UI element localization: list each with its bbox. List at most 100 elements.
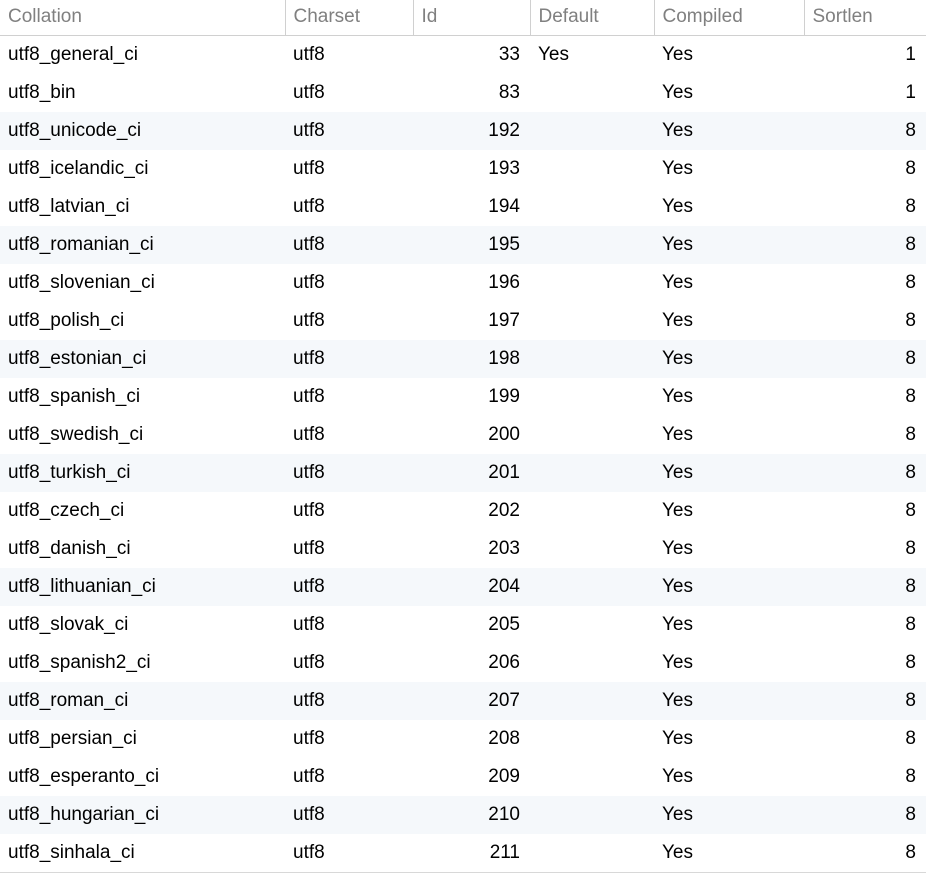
table-row[interactable]: utf8_sinhala_ciutf8211Yes8	[0, 834, 926, 873]
cell-compiled: Yes	[654, 834, 804, 873]
cell-id: 210	[413, 796, 530, 834]
cell-charset: utf8	[285, 492, 413, 530]
cell-sortlen: 8	[804, 416, 926, 454]
cell-default	[530, 720, 654, 758]
column-header-compiled[interactable]: Compiled	[654, 0, 804, 36]
cell-charset: utf8	[285, 606, 413, 644]
cell-sortlen: 8	[804, 188, 926, 226]
cell-sortlen: 8	[804, 112, 926, 150]
table-row[interactable]: utf8_czech_ciutf8202Yes8	[0, 492, 926, 530]
table-row[interactable]: utf8_latvian_ciutf8194Yes8	[0, 188, 926, 226]
cell-sortlen: 8	[804, 796, 926, 834]
cell-sortlen: 8	[804, 264, 926, 302]
cell-charset: utf8	[285, 226, 413, 264]
table-row[interactable]: utf8_binutf883Yes1	[0, 74, 926, 112]
cell-id: 199	[413, 378, 530, 416]
cell-id: 196	[413, 264, 530, 302]
cell-id: 204	[413, 568, 530, 606]
cell-charset: utf8	[285, 150, 413, 188]
table-row[interactable]: utf8_slovenian_ciutf8196Yes8	[0, 264, 926, 302]
cell-sortlen: 8	[804, 644, 926, 682]
cell-charset: utf8	[285, 264, 413, 302]
cell-default	[530, 378, 654, 416]
cell-default	[530, 492, 654, 530]
cell-default	[530, 188, 654, 226]
cell-collation: utf8_polish_ci	[0, 302, 285, 340]
cell-charset: utf8	[285, 340, 413, 378]
table-row[interactable]: utf8_polish_ciutf8197Yes8	[0, 302, 926, 340]
column-header-collation[interactable]: Collation	[0, 0, 285, 36]
cell-default	[530, 530, 654, 568]
cell-sortlen: 1	[804, 36, 926, 75]
cell-compiled: Yes	[654, 796, 804, 834]
cell-charset: utf8	[285, 530, 413, 568]
cell-collation: utf8_estonian_ci	[0, 340, 285, 378]
cell-charset: utf8	[285, 378, 413, 416]
cell-collation: utf8_lithuanian_ci	[0, 568, 285, 606]
cell-sortlen: 8	[804, 492, 926, 530]
table-row[interactable]: utf8_romanian_ciutf8195Yes8	[0, 226, 926, 264]
table-row[interactable]: utf8_estonian_ciutf8198Yes8	[0, 340, 926, 378]
table-row[interactable]: utf8_lithuanian_ciutf8204Yes8	[0, 568, 926, 606]
cell-charset: utf8	[285, 644, 413, 682]
cell-charset: utf8	[285, 568, 413, 606]
cell-charset: utf8	[285, 454, 413, 492]
cell-default	[530, 340, 654, 378]
cell-collation: utf8_esperanto_ci	[0, 758, 285, 796]
table-row[interactable]: utf8_icelandic_ciutf8193Yes8	[0, 150, 926, 188]
cell-compiled: Yes	[654, 112, 804, 150]
table-row[interactable]: utf8_swedish_ciutf8200Yes8	[0, 416, 926, 454]
cell-sortlen: 8	[804, 682, 926, 720]
table-row[interactable]: utf8_roman_ciutf8207Yes8	[0, 682, 926, 720]
table-row[interactable]: utf8_danish_ciutf8203Yes8	[0, 530, 926, 568]
cell-default	[530, 644, 654, 682]
cell-collation: utf8_czech_ci	[0, 492, 285, 530]
cell-default: Yes	[530, 36, 654, 75]
cell-collation: utf8_persian_ci	[0, 720, 285, 758]
cell-default	[530, 416, 654, 454]
cell-id: 203	[413, 530, 530, 568]
cell-default	[530, 264, 654, 302]
cell-collation: utf8_slovak_ci	[0, 606, 285, 644]
cell-collation: utf8_swedish_ci	[0, 416, 285, 454]
cell-default	[530, 568, 654, 606]
cell-compiled: Yes	[654, 720, 804, 758]
column-header-sortlen[interactable]: Sortlen	[804, 0, 926, 36]
table-row[interactable]: utf8_unicode_ciutf8192Yes8	[0, 112, 926, 150]
cell-collation: utf8_romanian_ci	[0, 226, 285, 264]
table-row[interactable]: utf8_spanish2_ciutf8206Yes8	[0, 644, 926, 682]
cell-sortlen: 1	[804, 74, 926, 112]
cell-compiled: Yes	[654, 644, 804, 682]
cell-compiled: Yes	[654, 226, 804, 264]
table-row[interactable]: utf8_slovak_ciutf8205Yes8	[0, 606, 926, 644]
collations-table: Collation Charset Id Default Compiled So…	[0, 0, 926, 873]
table-row[interactable]: utf8_spanish_ciutf8199Yes8	[0, 378, 926, 416]
table-row[interactable]: utf8_persian_ciutf8208Yes8	[0, 720, 926, 758]
cell-sortlen: 8	[804, 340, 926, 378]
cell-collation: utf8_unicode_ci	[0, 112, 285, 150]
collations-table-container: Collation Charset Id Default Compiled So…	[0, 0, 926, 876]
cell-compiled: Yes	[654, 302, 804, 340]
cell-charset: utf8	[285, 36, 413, 75]
cell-id: 198	[413, 340, 530, 378]
cell-compiled: Yes	[654, 36, 804, 75]
cell-id: 202	[413, 492, 530, 530]
cell-default	[530, 74, 654, 112]
cell-default	[530, 226, 654, 264]
cell-sortlen: 8	[804, 150, 926, 188]
cell-sortlen: 8	[804, 378, 926, 416]
table-row[interactable]: utf8_hungarian_ciutf8210Yes8	[0, 796, 926, 834]
cell-charset: utf8	[285, 834, 413, 873]
cell-sortlen: 8	[804, 758, 926, 796]
cell-collation: utf8_icelandic_ci	[0, 150, 285, 188]
column-header-charset[interactable]: Charset	[285, 0, 413, 36]
table-row[interactable]: utf8_esperanto_ciutf8209Yes8	[0, 758, 926, 796]
cell-compiled: Yes	[654, 606, 804, 644]
column-header-id[interactable]: Id	[413, 0, 530, 36]
cell-id: 208	[413, 720, 530, 758]
table-row[interactable]: utf8_general_ciutf833YesYes1	[0, 36, 926, 75]
cell-charset: utf8	[285, 682, 413, 720]
table-header-row: Collation Charset Id Default Compiled So…	[0, 0, 926, 36]
table-row[interactable]: utf8_turkish_ciutf8201Yes8	[0, 454, 926, 492]
column-header-default[interactable]: Default	[530, 0, 654, 36]
